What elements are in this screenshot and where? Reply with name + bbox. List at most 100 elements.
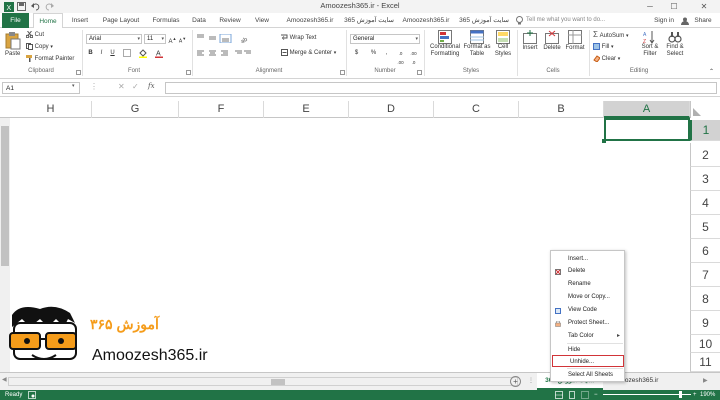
- tab-home[interactable]: Home: [33, 13, 63, 29]
- column-header-e[interactable]: E: [264, 101, 349, 118]
- align-horizontal-buttons[interactable]: [196, 49, 252, 58]
- scroll-left-icon[interactable]: ◀: [2, 376, 7, 383]
- tab-review[interactable]: Review: [215, 13, 245, 28]
- font-size-dropdown[interactable]: 11 ▾: [144, 34, 166, 44]
- font-color-icon[interactable]: A: [154, 49, 163, 58]
- decrease-decimal-icon[interactable]: .00.0: [408, 49, 419, 65]
- select-all-corner[interactable]: [690, 101, 720, 118]
- confirm-entry-icon[interactable]: ✓: [132, 82, 139, 91]
- find-select-button[interactable]: Find & Select: [663, 30, 687, 58]
- row-header-6[interactable]: 6: [690, 239, 720, 263]
- clear-button[interactable]: Clear ▾: [593, 55, 620, 63]
- name-box[interactable]: A1: [2, 82, 80, 94]
- tab-insert[interactable]: Insert: [66, 13, 94, 28]
- name-box-dropdown-icon[interactable]: ▾: [72, 83, 75, 89]
- scroll-right-icon[interactable]: ▶: [703, 377, 708, 384]
- column-header-f[interactable]: F: [179, 101, 264, 118]
- tab-site-fa-1[interactable]: سایت آموزش 365: [344, 13, 394, 28]
- row-header-9[interactable]: 9: [690, 311, 720, 335]
- clipboard-launcher-icon[interactable]: [76, 70, 81, 75]
- tab-amoozesh-1[interactable]: Amoozesh365.ir: [280, 13, 340, 28]
- page-layout-view-icon[interactable]: [568, 391, 576, 400]
- macro-record-icon[interactable]: [28, 391, 36, 400]
- row-header-10[interactable]: 10: [690, 335, 720, 353]
- tab-formulas[interactable]: Formulas: [148, 13, 184, 28]
- tab-page-layout[interactable]: Page Layout: [98, 13, 144, 28]
- delete-cells-button[interactable]: Delete: [541, 30, 563, 52]
- tell-me-search[interactable]: Tell me what you want to do...: [526, 13, 605, 28]
- row-header-3[interactable]: 3: [690, 167, 720, 191]
- zoom-slider[interactable]: [603, 391, 691, 398]
- normal-view-icon[interactable]: [555, 391, 563, 400]
- percent-button[interactable]: %: [369, 49, 378, 58]
- bold-button[interactable]: B: [86, 49, 95, 58]
- insert-cells-button[interactable]: Insert: [520, 30, 540, 52]
- fill-handle[interactable]: [602, 139, 606, 143]
- align-top-buttons[interactable]: [196, 33, 236, 44]
- page-break-view-icon[interactable]: [581, 391, 589, 400]
- horizontal-scrollbar[interactable]: [8, 377, 518, 386]
- borders-icon[interactable]: [122, 49, 131, 58]
- row-header-2[interactable]: 2: [690, 143, 720, 167]
- currency-button[interactable]: $: [352, 49, 361, 58]
- maximize-button[interactable]: ☐: [664, 0, 684, 13]
- merge-center-button[interactable]: Merge & Center ▾: [281, 49, 336, 57]
- row-header-11[interactable]: 11: [690, 353, 720, 372]
- tab-site-fa-2[interactable]: سایت آموزش 365: [458, 13, 510, 28]
- row-header-1[interactable]: 1: [690, 120, 720, 141]
- menu-item-insert[interactable]: Insert...: [551, 253, 624, 265]
- font-name-dropdown[interactable]: Arial ▾: [86, 34, 142, 44]
- menu-item-view-code[interactable]: View Code: [551, 304, 624, 316]
- row-header-5[interactable]: 5: [690, 215, 720, 239]
- tab-view[interactable]: View: [251, 13, 273, 28]
- menu-item-rename[interactable]: Rename: [551, 278, 624, 290]
- column-header-a[interactable]: A: [604, 101, 690, 118]
- menu-item-move-copy[interactable]: Move or Copy...: [551, 291, 624, 303]
- row-header-7[interactable]: 7: [690, 263, 720, 287]
- collapse-ribbon-icon[interactable]: ⌃: [707, 68, 716, 77]
- cell-styles-button[interactable]: Cell Styles: [492, 30, 514, 58]
- number-format-dropdown[interactable]: General ▾: [350, 34, 420, 44]
- menu-item-select-all-sheets[interactable]: Select All Sheets: [551, 369, 624, 381]
- font-launcher-icon[interactable]: [186, 70, 191, 75]
- copy-button[interactable]: Copy ▾: [26, 43, 53, 51]
- horizontal-scroll-thumb[interactable]: [271, 379, 285, 385]
- close-button[interactable]: ✕: [694, 0, 714, 13]
- zoom-out-icon[interactable]: −: [594, 390, 598, 400]
- format-cells-button[interactable]: Format: [564, 30, 586, 52]
- increase-decimal-icon[interactable]: .0.00: [395, 49, 406, 65]
- tab-amoozesh-2[interactable]: Amoozesh365.ir: [398, 13, 454, 28]
- fill-button[interactable]: Fill ▾: [593, 43, 614, 51]
- underline-button[interactable]: U: [108, 49, 117, 58]
- new-sheet-button[interactable]: +: [510, 376, 521, 387]
- sort-filter-button[interactable]: AZ Sort & Filter: [638, 30, 662, 58]
- wrap-text-button[interactable]: Wrap Text: [281, 34, 316, 42]
- orientation-icon[interactable]: ab: [240, 34, 249, 45]
- tab-data[interactable]: Data: [188, 13, 210, 28]
- insert-function-icon[interactable]: fx: [148, 82, 155, 90]
- format-as-table-button[interactable]: Format as Table: [463, 30, 491, 58]
- fill-color-icon[interactable]: [138, 49, 147, 58]
- cancel-entry-icon[interactable]: ✕: [118, 82, 125, 91]
- sign-in-link[interactable]: Sign in: [652, 13, 676, 28]
- zoom-in-icon[interactable]: +: [693, 390, 697, 400]
- comma-button[interactable]: ,: [382, 49, 391, 58]
- format-painter-button[interactable]: Format Painter: [26, 55, 74, 63]
- formula-input[interactable]: [165, 82, 717, 94]
- selected-cell-a1[interactable]: [604, 118, 690, 141]
- tab-file[interactable]: File: [2, 13, 29, 28]
- share-button[interactable]: Share: [691, 13, 715, 28]
- menu-item-delete[interactable]: Delete: [551, 265, 624, 277]
- conditional-formatting-button[interactable]: Conditional Formatting: [428, 30, 462, 58]
- row-header-8[interactable]: 8: [690, 287, 720, 311]
- menu-item-protect-sheet[interactable]: Protect Sheet...: [551, 317, 624, 329]
- menu-item-tab-color[interactable]: Tab Color ▸: [551, 330, 624, 342]
- autosum-button[interactable]: Σ AutoSum ▾: [593, 31, 629, 40]
- italic-button[interactable]: I: [97, 49, 106, 58]
- shrink-font-icon[interactable]: A▼: [178, 34, 187, 45]
- number-launcher-icon[interactable]: [417, 70, 422, 75]
- column-header-b[interactable]: B: [519, 101, 604, 118]
- minimize-button[interactable]: ─: [640, 0, 660, 13]
- column-header-d[interactable]: D: [349, 101, 434, 118]
- menu-item-unhide[interactable]: Unhide...: [552, 355, 624, 367]
